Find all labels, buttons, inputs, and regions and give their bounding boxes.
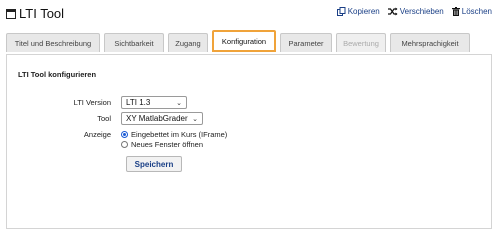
copy-icon: [336, 7, 346, 16]
page-header: LTI Tool: [6, 6, 64, 21]
section-title: LTI Tool konfigurieren: [18, 70, 97, 79]
display-option-iframe[interactable]: Eingebettet im Kurs (IFrame): [121, 130, 227, 139]
window-icon: [6, 9, 16, 19]
tab-bar: Titel und Beschreibung Sichtbarkeit Zuga…: [6, 30, 474, 52]
tab-configuration[interactable]: Konfiguration: [212, 30, 276, 52]
delete-button[interactable]: Löschen: [451, 7, 492, 16]
copy-button[interactable]: Kopieren: [336, 7, 380, 16]
radio-checked-icon[interactable]: [121, 131, 128, 138]
shuffle-icon: [387, 7, 398, 16]
lti-version-value: LTI 1.3: [126, 98, 151, 107]
tool-label: Tool: [97, 114, 111, 123]
copy-label: Kopieren: [347, 7, 380, 16]
display-label: Anzeige: [83, 130, 111, 139]
chevron-down-icon: ⌄: [176, 99, 182, 107]
move-button[interactable]: Verschieben: [387, 7, 444, 16]
display-option-new-window-label: Neues Fenster öffnen: [131, 140, 203, 149]
chevron-down-icon: ⌄: [192, 115, 198, 123]
delete-label: Löschen: [461, 7, 492, 16]
tab-visibility[interactable]: Sichtbarkeit: [104, 33, 164, 52]
tool-value: XY MatlabGrader: [126, 114, 188, 123]
tab-grading: Bewertung: [336, 33, 386, 52]
display-option-iframe-label: Eingebettet im Kurs (IFrame): [131, 130, 228, 139]
trash-icon: [451, 7, 460, 16]
tab-title-description[interactable]: Titel und Beschreibung: [6, 33, 100, 52]
radio-unchecked-icon[interactable]: [121, 141, 128, 148]
page-title: LTI Tool: [19, 6, 65, 21]
configuration-panel: LTI Tool konfigurieren LTI Version LTI 1…: [6, 54, 492, 229]
lti-version-select[interactable]: LTI 1.3 ⌄: [121, 96, 187, 109]
save-button[interactable]: Speichern: [126, 156, 182, 172]
tab-access[interactable]: Zugang: [168, 33, 208, 52]
tab-multilingual[interactable]: Mehrsprachigkeit: [390, 33, 470, 52]
tab-parameters[interactable]: Parameter: [280, 33, 332, 52]
header-actions: Kopieren Verschieben Löschen: [329, 7, 492, 16]
display-option-new-window[interactable]: Neues Fenster öffnen: [121, 140, 203, 149]
move-label: Verschieben: [399, 7, 444, 16]
lti-version-label: LTI Version: [73, 98, 111, 107]
tool-select[interactable]: XY MatlabGrader ⌄: [121, 112, 203, 125]
